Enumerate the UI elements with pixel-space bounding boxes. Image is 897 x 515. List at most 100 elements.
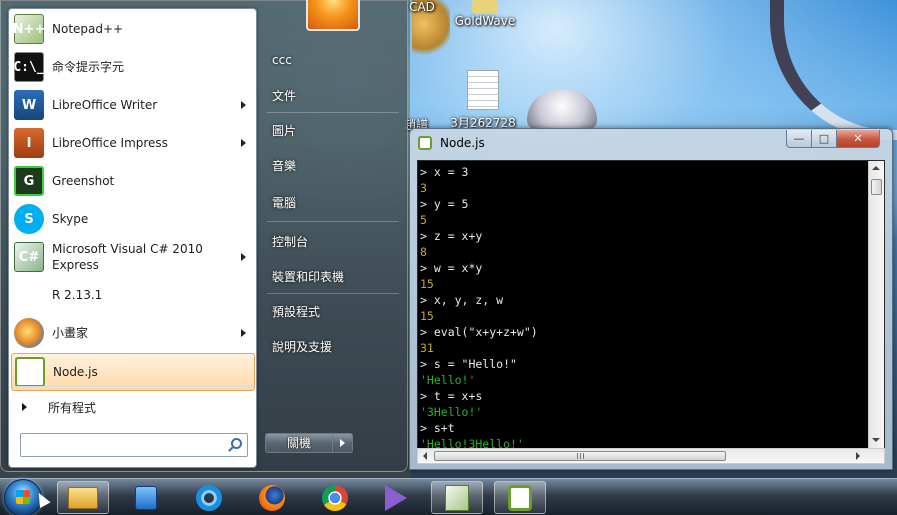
shutdown-button[interactable]: 關機 [265,433,333,453]
horizontal-scroll-thumb[interactable] [434,451,726,461]
console-output-line: '3Hello!' [420,405,483,419]
start-menu-item-label: LibreOffice Impress [52,135,168,151]
start-menu-item-text: LibreOffice Impress [52,136,168,150]
console-input-line: > x = 3 [420,165,469,179]
nodejs-window[interactable]: Node.js — □ ✕ > x = 3 3 > y = 5 5 > z = x+y 8… [409,128,893,470]
start-menu-link[interactable]: 音樂 [272,157,296,174]
taskbar-button-notepad-plus-plus[interactable] [431,481,483,514]
close-button[interactable]: ✕ [836,130,880,148]
start-menu-item-text: R 2.13.1 [52,288,103,302]
start-menu-link[interactable]: 裝置和印表機 [272,268,344,285]
grip-icon [577,453,585,459]
vertical-scroll-thumb[interactable] [871,179,882,195]
greenshot-icon: G [14,166,44,196]
console-output-line: 8 [420,245,427,259]
places-pane: ccc 文件圖片音樂電腦控制台裝置和印表機 預設程式說明及支援 [263,1,407,471]
vertical-scrollbar[interactable] [868,161,884,448]
taskbar-button-chrome[interactable] [309,481,361,514]
start-menu-link[interactable]: 圖片 [272,122,296,139]
maximize-button[interactable]: □ [811,130,837,148]
console-output-line: 3 [420,181,427,195]
taskbar-button-visual-studio[interactable] [370,481,422,514]
taskbar-button-media-player[interactable] [120,481,172,514]
start-menu-link[interactable]: 控制台 [272,233,308,250]
horizontal-scrollbar[interactable] [417,448,885,464]
console-input-line: > s = "Hello!" [420,357,517,371]
console-input-line: > eval("x+y+z+w") [420,325,538,339]
all-programs-button[interactable]: 所有程式 [15,397,253,417]
scroll-left-arrow-icon[interactable] [423,452,427,460]
search-icon[interactable] [231,438,242,449]
shutdown-options-button[interactable] [333,433,353,453]
start-menu-link[interactable]: 電腦 [272,194,296,211]
console-output-line: 31 [420,341,434,355]
taskbar-button-explorer[interactable] [57,481,109,514]
scroll-up-arrow-icon[interactable] [872,166,880,170]
desktop-icon-label: CAD [409,0,435,14]
taskbar-button-firefox[interactable] [246,481,298,514]
search-input[interactable] [25,434,221,456]
taskbar-button-nodejs[interactable] [494,481,546,514]
start-menu-item[interactable]: I LibreOffice Impress [11,124,255,162]
scroll-right-arrow-icon[interactable] [856,452,860,460]
paint-icon [14,318,44,348]
r-language-icon: R [14,280,44,310]
user-picture[interactable] [306,0,360,31]
start-menu-item[interactable]: W LibreOffice Writer [11,86,255,124]
taskbar-button-internet-explorer[interactable] [183,481,235,514]
nodejs-icon [418,136,432,150]
submenu-arrow-icon [241,329,246,337]
taskbar [0,478,897,515]
start-menu-item-label: R 2.13.1 [52,287,102,303]
start-menu-item[interactable]: C# Microsoft Visual C# 2010 Express [11,238,255,276]
visual-studio-icon [385,484,407,511]
start-menu-link[interactable]: 說明及支援 [272,338,332,355]
scroll-down-arrow-icon[interactable] [872,438,880,442]
start-menu-item[interactable]: G Greenshot [11,162,255,200]
start-menu-item-text: LibreOffice Writer [52,98,158,112]
submenu-arrow-icon [241,101,246,109]
start-menu-link[interactable]: ccc [272,53,292,67]
start-menu-item[interactable]: N++ Notepad++ [11,10,255,48]
console-input-line: > t = x+s [420,389,483,403]
console-output-line: 5 [420,213,427,227]
notepad-plus-plus-icon: N++ [13,14,45,44]
text-file-icon [467,70,499,110]
minimize-button[interactable]: — [786,130,812,148]
start-menu-item[interactable]: S Skype [11,200,255,238]
start-menu-item-text: Microsoft Visual C# 2010 [52,242,203,256]
triangle-right-icon [22,403,27,411]
all-programs-label: 所有程式 [48,400,97,415]
console-input-line: > s+t [420,421,455,435]
start-menu-item-text: 小畫家 [52,326,89,340]
console-output[interactable]: > x = 3 3 > y = 5 5 > z = x+y 8 > w = x*y 15 > x… [417,160,885,449]
divider [267,293,399,294]
skype-icon: S [14,204,44,234]
internet-explorer-icon [196,484,222,511]
desktop-icon-cad[interactable]: CAD [402,0,442,14]
start-menu-item-text: 命令提示字元 [52,60,125,74]
desktop-icon-text-file[interactable]: 3月262728 [448,70,518,131]
desktop-icon-goldwave[interactable]: GoldWave [450,0,520,28]
console-input-line: > w = x*y [420,261,483,275]
console-input-line: > x, y, z, w [420,293,504,307]
start-menu-item-text: Notepad++ [52,22,124,36]
start-menu-item[interactable]: C:\_ 命令提示字元 [11,48,255,86]
divider [15,386,253,387]
start-menu-item[interactable]: R R 2.13.1 [11,276,255,314]
start-menu-link[interactable]: 文件 [272,87,296,104]
start-menu-item-label: 小畫家 [52,325,88,341]
divider [267,112,399,113]
start-search[interactable] [20,433,248,457]
start-menu-item-label: 命令提示字元 [52,59,124,75]
start-menu: N++ Notepad++ C:\_ 命令提示字元 W LibreOffice Write… [0,0,408,472]
start-menu-item-text: Greenshot [52,174,115,188]
divider [267,221,399,222]
start-menu-item[interactable]: 小畫家 [11,314,255,352]
start-menu-link[interactable]: 預設程式 [272,303,320,320]
start-menu-item-text: Express [52,258,99,272]
nodejs-icon [508,484,532,511]
notepad-plus-plus-icon [445,484,469,511]
visual-csharp-icon: C# [14,242,44,272]
start-menu-item-label: Node.js [53,364,98,380]
